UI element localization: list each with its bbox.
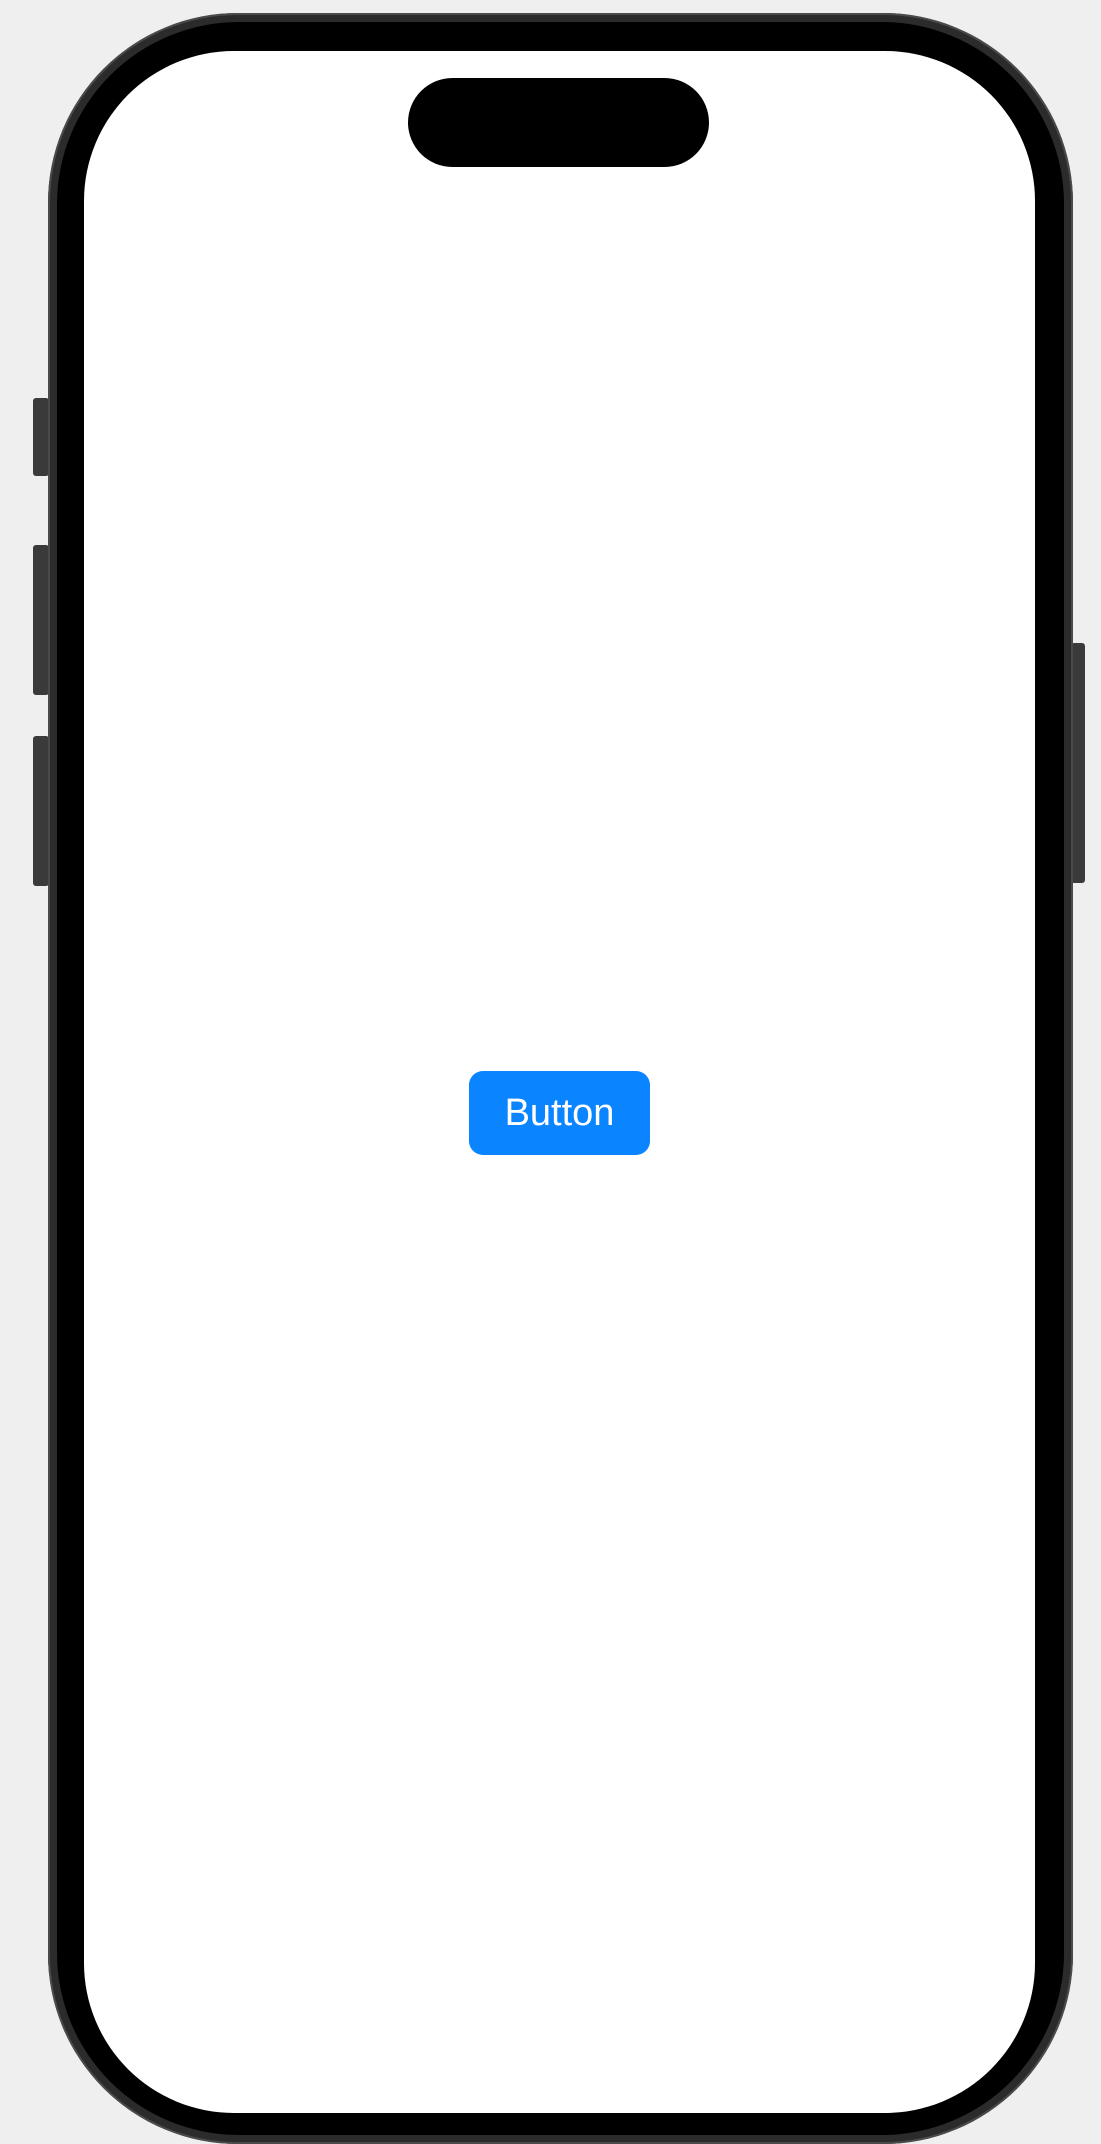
action-side-button — [33, 398, 49, 476]
primary-button[interactable]: Button — [469, 1071, 650, 1155]
power-side-button — [1071, 643, 1085, 883]
app-screen: Button — [84, 51, 1035, 2113]
dynamic-island — [408, 78, 709, 167]
volume-up-side-button — [33, 545, 49, 695]
volume-down-side-button — [33, 736, 49, 886]
simulator-stage: Button — [0, 0, 1101, 2144]
